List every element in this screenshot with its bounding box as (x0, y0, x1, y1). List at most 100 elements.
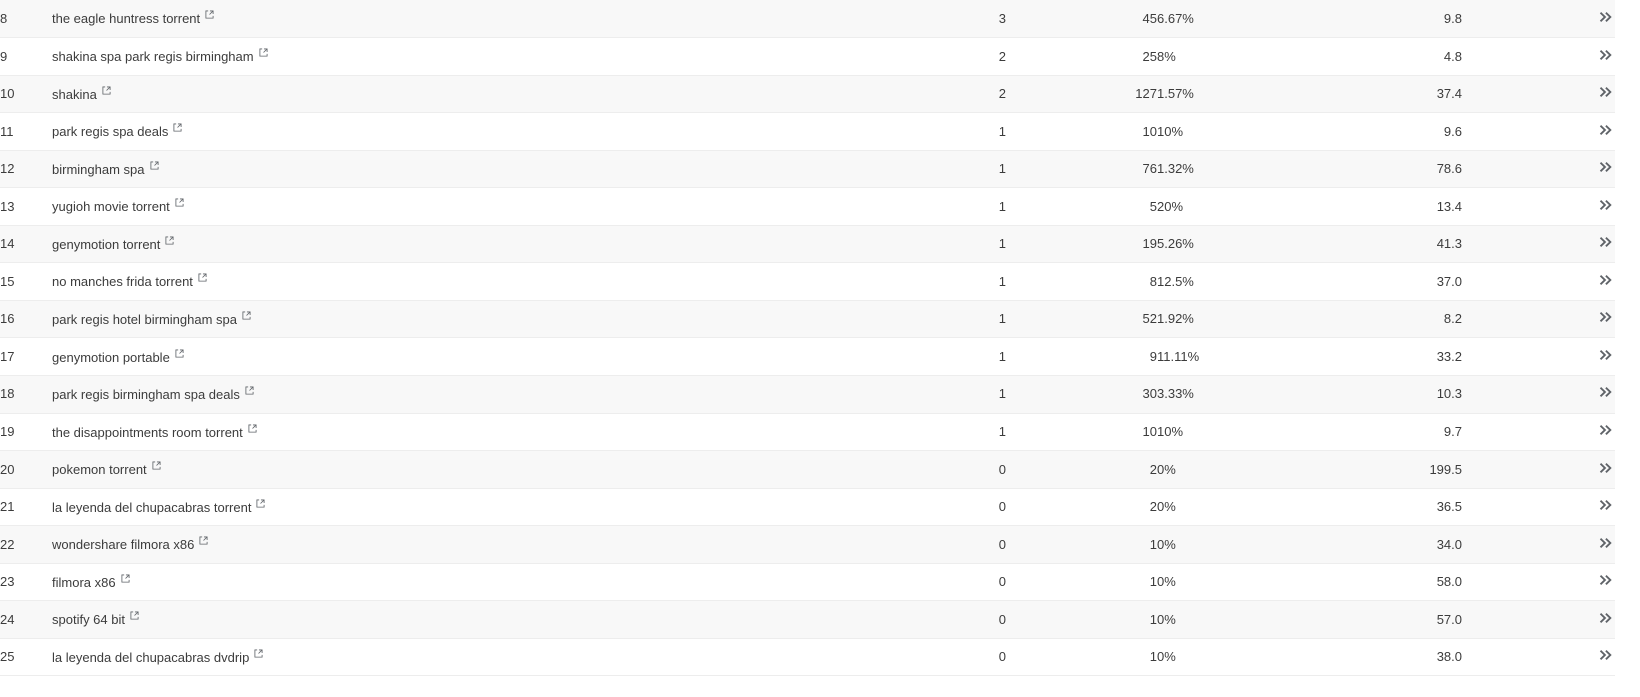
table-row[interactable]: 8 the eagle huntress torrent 3 45 6.67% … (0, 0, 1640, 39)
double-chevron-right-icon[interactable] (1598, 348, 1615, 362)
external-link-icon[interactable] (130, 611, 139, 620)
keyword-cell[interactable]: genymotion torrent (52, 225, 901, 264)
external-link-icon[interactable] (245, 386, 254, 395)
external-link-icon[interactable] (199, 536, 208, 545)
table-row[interactable]: 20 pokemon torrent 0 2 0% 199.5 (0, 450, 1640, 489)
expand-row-cell[interactable] (1462, 150, 1615, 189)
table-row[interactable]: 10 shakina 2 127 1.57% 37.4 (0, 75, 1640, 114)
expand-row-cell[interactable] (1462, 375, 1615, 414)
clicks-cell: 1 (901, 300, 1006, 339)
table-row[interactable]: 23 filmora x86 0 1 0% 58.0 (0, 563, 1640, 602)
expand-row-cell[interactable] (1462, 337, 1615, 376)
external-link-icon[interactable] (259, 48, 268, 57)
double-chevron-right-icon[interactable] (1598, 461, 1615, 475)
double-chevron-right-icon[interactable] (1598, 85, 1615, 99)
impressions-cell: 76 (1006, 150, 1157, 189)
table-row[interactable]: 13 yugioh movie torrent 1 5 20% 13.4 (0, 187, 1640, 226)
double-chevron-right-icon[interactable] (1598, 648, 1615, 662)
expand-row-cell[interactable] (1462, 638, 1615, 677)
expand-row-cell[interactable] (1462, 262, 1615, 301)
keyword-cell[interactable]: the eagle huntress torrent (52, 0, 901, 39)
external-link-icon[interactable] (149, 161, 159, 170)
table-row[interactable]: 14 genymotion torrent 1 19 5.26% 41.3 (0, 225, 1640, 264)
impressions-cell: 127 (1006, 75, 1157, 114)
keyword-cell[interactable]: the disappointments room torrent (52, 413, 901, 452)
external-link-icon[interactable] (121, 574, 130, 583)
double-chevron-right-icon[interactable] (1598, 310, 1615, 324)
keyword-cell[interactable]: no manches frida torrent (52, 262, 901, 301)
external-link-icon[interactable] (173, 123, 182, 132)
keyword-cell[interactable]: shakina (52, 75, 901, 114)
external-link-icon[interactable] (102, 86, 111, 95)
keyword-cell[interactable]: pokemon torrent (52, 450, 901, 489)
double-chevron-right-icon[interactable] (1598, 273, 1615, 287)
double-chevron-right-icon[interactable] (1598, 611, 1615, 625)
expand-row-cell[interactable] (1462, 563, 1615, 602)
double-chevron-right-icon[interactable] (1598, 235, 1615, 249)
double-chevron-right-icon[interactable] (1598, 160, 1615, 174)
double-chevron-right-icon[interactable] (1598, 423, 1615, 437)
double-chevron-right-icon[interactable] (1598, 123, 1615, 137)
expand-row-cell[interactable] (1462, 300, 1615, 339)
double-chevron-right-icon[interactable] (1598, 573, 1615, 587)
double-chevron-right-icon[interactable] (1598, 498, 1615, 512)
external-link-icon[interactable] (256, 499, 265, 508)
external-link-icon[interactable] (248, 424, 257, 433)
row-index-cell: 16 (0, 300, 52, 339)
table-row[interactable]: 16 park regis hotel birmingham spa 1 52 … (0, 300, 1640, 339)
expand-row-cell[interactable] (1462, 488, 1615, 527)
double-chevron-right-icon[interactable] (1598, 10, 1615, 24)
table-row[interactable]: 9 shakina spa park regis birmingham 2 25… (0, 37, 1640, 76)
keyword-cell[interactable]: park regis spa deals (52, 112, 901, 151)
double-chevron-right-icon[interactable] (1598, 385, 1615, 399)
table-row[interactable]: 17 genymotion portable 1 9 11.11% 33.2 (0, 337, 1640, 376)
expand-row-cell[interactable] (1462, 413, 1615, 452)
keyword-cell[interactable]: genymotion portable (52, 337, 901, 376)
ctr-cell: 0% (1157, 563, 1317, 602)
table-row[interactable]: 11 park regis spa deals 1 10 10% 9.6 (0, 112, 1640, 151)
position-cell: 13.4 (1317, 187, 1462, 226)
ctr-cell: 8% (1157, 37, 1317, 76)
expand-row-cell[interactable] (1462, 450, 1615, 489)
keyword-cell[interactable]: shakina spa park regis birmingham (52, 37, 901, 76)
expand-row-cell[interactable] (1462, 600, 1615, 639)
double-chevron-right-icon[interactable] (1598, 536, 1615, 550)
table-row[interactable]: 22 wondershare filmora x86 0 1 0% 34.0 (0, 525, 1640, 564)
expand-row-cell[interactable] (1462, 525, 1615, 564)
external-link-icon[interactable] (152, 461, 161, 470)
expand-row-cell[interactable] (1462, 187, 1615, 226)
keyword-cell[interactable]: yugioh movie torrent (52, 187, 901, 226)
keyword-cell[interactable]: wondershare filmora x86 (52, 525, 901, 564)
keyword-cell[interactable]: la leyenda del chupacabras torrent (52, 488, 901, 527)
keyword-label: park regis spa deals (52, 124, 169, 139)
double-chevron-right-icon[interactable] (1598, 198, 1615, 212)
expand-row-cell[interactable] (1462, 112, 1615, 151)
table-row[interactable]: 21 la leyenda del chupacabras torrent 0 … (0, 488, 1640, 527)
expand-row-cell[interactable] (1462, 225, 1615, 264)
external-link-icon[interactable] (205, 10, 214, 19)
table-row[interactable]: 25 la leyenda del chupacabras dvdrip 0 1… (0, 638, 1640, 677)
external-link-icon[interactable] (175, 349, 184, 358)
keyword-cell[interactable]: park regis hotel birmingham spa (52, 300, 901, 339)
external-link-icon[interactable] (175, 198, 184, 207)
external-link-icon[interactable] (254, 649, 263, 658)
double-chevron-right-icon[interactable] (1598, 48, 1615, 62)
keyword-cell[interactable]: birmingham spa (52, 150, 901, 189)
expand-row-cell[interactable] (1462, 75, 1615, 114)
table-row[interactable]: 24 spotify 64 bit 0 1 0% 57.0 (0, 600, 1640, 639)
external-link-icon[interactable] (198, 273, 207, 282)
table-row[interactable]: 19 the disappointments room torrent 1 10… (0, 413, 1640, 452)
clicks-cell: 0 (901, 600, 1006, 639)
keyword-cell[interactable]: spotify 64 bit (52, 600, 901, 639)
keyword-label: park regis hotel birmingham spa (52, 311, 237, 327)
keyword-cell[interactable]: park regis birmingham spa deals (52, 375, 901, 414)
table-row[interactable]: 15 no manches frida torrent 1 8 12.5% 37… (0, 262, 1640, 301)
table-row[interactable]: 12 birmingham spa 1 76 1.32% 78.6 (0, 150, 1640, 189)
keyword-cell[interactable]: filmora x86 (52, 563, 901, 602)
keyword-cell[interactable]: la leyenda del chupacabras dvdrip (52, 638, 901, 677)
table-row[interactable]: 18 park regis birmingham spa deals 1 30 … (0, 375, 1640, 414)
expand-row-cell[interactable] (1462, 0, 1615, 39)
external-link-icon[interactable] (242, 311, 251, 320)
expand-row-cell[interactable] (1462, 37, 1615, 76)
external-link-icon[interactable] (165, 236, 174, 245)
